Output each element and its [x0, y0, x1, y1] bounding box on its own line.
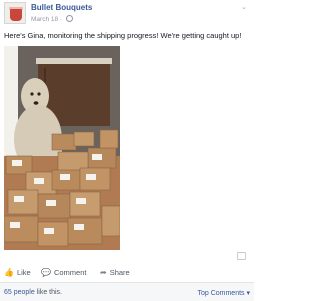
globe-icon [65, 15, 73, 22]
post-actions: 👍 Like 💬 Comment ➦ Share [4, 265, 250, 279]
page-name-link[interactable]: Bullet Bouquets [31, 3, 92, 12]
speech-bubble-icon [237, 252, 246, 260]
likes-summary: 65 people like this. [4, 289, 62, 296]
share-button[interactable]: ➦ Share [100, 268, 130, 277]
comment-icon: 💬 [41, 268, 51, 277]
top-comments-dropdown[interactable]: Top Comments ▾ [197, 289, 250, 297]
like-label: Like [16, 268, 31, 277]
meta-separator: · [59, 16, 64, 23]
comment-button[interactable]: 💬 Comment [41, 268, 86, 277]
post-photo[interactable] [4, 46, 120, 250]
avatar-cup [10, 9, 22, 21]
photo-illustration [4, 46, 120, 250]
chevron-down-icon[interactable]: ⌄ [240, 4, 248, 12]
like-button[interactable]: 👍 Like [4, 268, 31, 277]
post-header: Bullet Bouquets March 18 · ⌄ [4, 2, 250, 28]
share-icon: ➦ [100, 268, 107, 277]
comment-label: Comment [53, 268, 87, 277]
post-date[interactable]: March 18 [31, 16, 58, 23]
likes-suffix: like this. [34, 289, 62, 296]
likes-count-link[interactable]: 65 people [4, 289, 35, 296]
post-caption: Here's Gina, monitoring the shipping pro… [4, 31, 242, 40]
post-meta: March 18 · [31, 15, 73, 23]
page-avatar[interactable] [4, 2, 26, 24]
post-footer: 65 people like this. Top Comments ▾ [0, 282, 254, 301]
thumb-icon: 👍 [4, 268, 14, 277]
share-label: Share [109, 268, 130, 277]
